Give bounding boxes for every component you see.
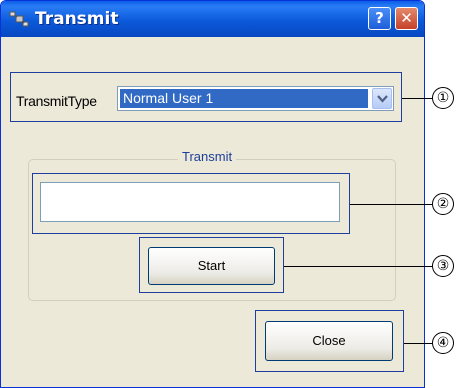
help-button[interactable]: ?	[368, 7, 391, 30]
callout-marker-3: ③	[432, 255, 454, 277]
callout-marker-1: ①	[432, 87, 454, 109]
window-title: Transmit	[35, 9, 119, 29]
transmit-input[interactable]	[40, 182, 340, 222]
dropdown-button[interactable]	[372, 88, 392, 109]
transmit-type-select[interactable]: Normal User 1	[117, 86, 394, 111]
callout-marker-4: ④	[432, 332, 454, 354]
callout-line-4	[404, 343, 432, 344]
callout-line-3	[284, 266, 432, 267]
callout-marker-2: ②	[432, 193, 454, 215]
chevron-down-icon	[377, 95, 388, 103]
window-close-button[interactable]: ✕	[395, 7, 418, 30]
transmit-group-title: Transmit	[178, 149, 237, 164]
transmit-type-label: TransmitType	[16, 93, 97, 109]
start-button[interactable]: Start	[148, 247, 275, 285]
close-button[interactable]: Close	[265, 321, 393, 361]
satellite-icon	[9, 11, 29, 27]
transmit-type-selected-value: Normal User 1	[120, 89, 368, 108]
callout-line-2	[350, 204, 432, 205]
title-bar[interactable]: Transmit ? ✕	[1, 1, 424, 37]
callout-line-1	[402, 98, 432, 99]
